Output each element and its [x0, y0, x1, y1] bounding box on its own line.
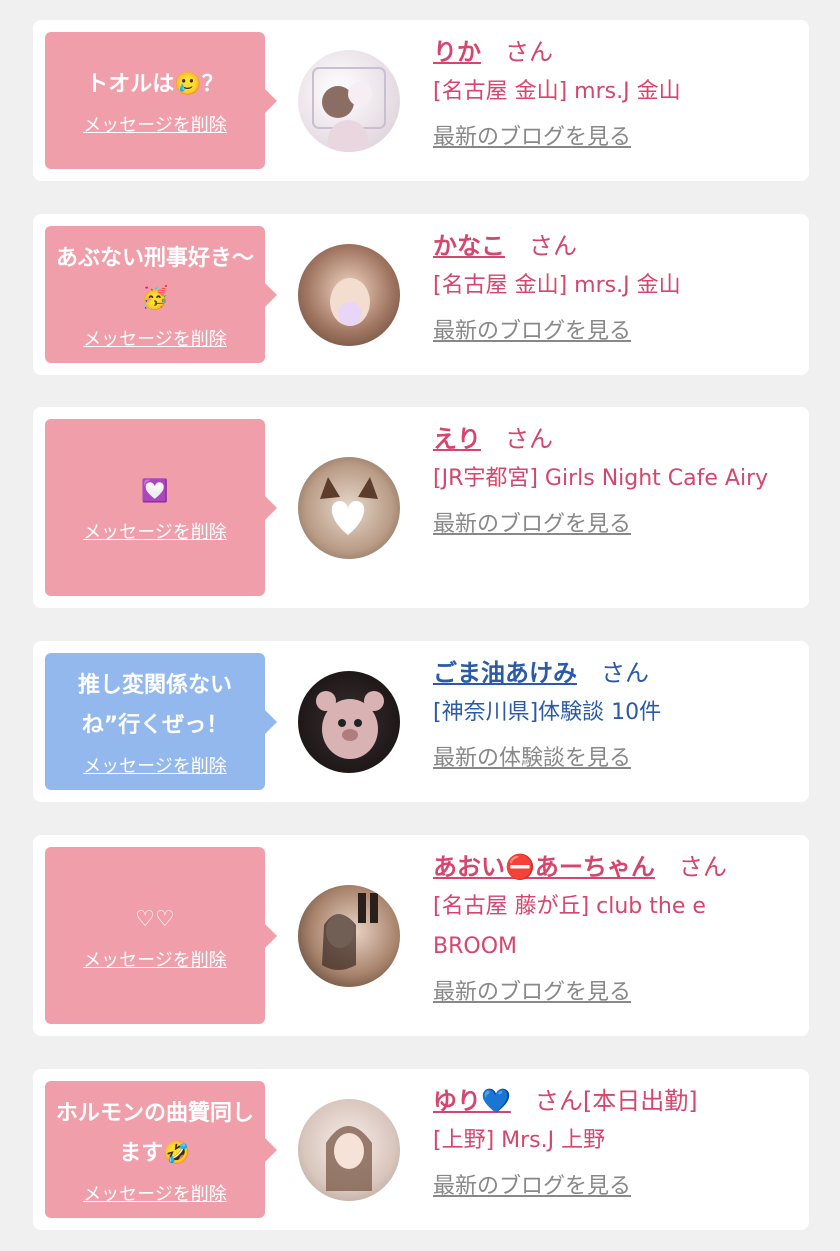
profile-name-link[interactable]: ゆり💙	[433, 1087, 511, 1115]
latest-blog-link[interactable]: 最新のブログを見る	[433, 312, 631, 352]
message-card: ホルモンの曲贊同します🤣 メッセージを削除 ゆり💙 さん[本日出勤] [上野] M…	[33, 1069, 809, 1230]
avatar[interactable]	[298, 1099, 400, 1201]
message-card: 推し変関係ないね”行くぜっ！ メッセージを削除 ごま油あけみ さん [神奈川県]体…	[33, 641, 809, 802]
profile-name-link[interactable]: ごま油あけみ	[433, 659, 577, 687]
profile-info: りか さん [名古屋 金山] mrs.J 金山 最新のブログを見る	[433, 32, 789, 158]
honorific: さん	[505, 425, 553, 453]
delete-message-link[interactable]: メッセージを削除	[83, 946, 227, 972]
honorific: さん[本日出勤]	[534, 1087, 698, 1115]
latest-review-link[interactable]: 最新の体験談を見る	[433, 739, 631, 779]
profile-info: ごま油あけみ さん [神奈川県]体験談 10件 最新の体験談を見る	[433, 653, 789, 779]
profile-name-link[interactable]: あおい⛔あーちゃん	[433, 853, 655, 881]
shop-name: [名古屋 金山] mrs.J 金山	[433, 79, 681, 104]
message-bubble: あぶない刑事好き〜🥳 メッセージを削除	[45, 226, 277, 363]
avatar[interactable]	[298, 244, 400, 346]
delete-message-link[interactable]: メッセージを削除	[83, 752, 227, 778]
latest-blog-link[interactable]: 最新のブログを見る	[433, 1167, 631, 1207]
profile-info: えり さん [JR宇都宮] Girls Night Cafe Airy 最新のブロ…	[433, 419, 789, 545]
message-bubble: ♡♡ メッセージを削除	[45, 847, 277, 1024]
shop-name: [JR宇都宮] Girls Night Cafe Airy	[433, 466, 769, 491]
profile-name-link[interactable]: えり	[433, 425, 481, 453]
message-text: ホルモンの曲贊同します🤣	[55, 1100, 254, 1166]
message-text: トオルは🥲？	[86, 71, 224, 97]
message-bubble: トオルは🥲？ メッセージを削除	[45, 32, 277, 169]
message-text: 💟	[141, 478, 169, 504]
delete-message-link[interactable]: メッセージを削除	[83, 325, 227, 351]
avatar[interactable]	[298, 50, 400, 152]
profile-info: かなこ さん [名古屋 金山] mrs.J 金山 最新のブログを見る	[433, 226, 789, 352]
message-card: ♡♡ メッセージを削除 あおい⛔あーちゃん さん [名古屋 藤が丘] club t…	[33, 835, 809, 1036]
avatar-image	[322, 893, 378, 970]
avatar-image	[330, 278, 370, 326]
shop-name: [上野] Mrs.J 上野	[433, 1128, 606, 1153]
shop-name: [名古屋 金山] mrs.J 金山	[433, 273, 681, 298]
avatar[interactable]	[298, 885, 400, 987]
latest-blog-link[interactable]: 最新のブログを見る	[433, 973, 631, 1013]
avatar-image	[320, 477, 378, 535]
latest-blog-link[interactable]: 最新のブログを見る	[433, 505, 631, 545]
avatar[interactable]	[298, 457, 400, 559]
honorific: さん	[678, 853, 727, 881]
delete-message-link[interactable]: メッセージを削除	[83, 518, 227, 544]
profile-name-link[interactable]: かなこ	[433, 232, 505, 260]
avatar[interactable]	[298, 671, 400, 773]
shop-name: [神奈川県]体験談 10件	[433, 700, 662, 725]
message-bubble: ホルモンの曲贊同します🤣 メッセージを削除	[45, 1081, 277, 1218]
avatar-image	[326, 1126, 372, 1191]
message-bubble: 💟 メッセージを削除	[45, 419, 277, 596]
message-bubble: 推し変関係ないね”行くぜっ！ メッセージを削除	[45, 653, 277, 790]
profile-name-link[interactable]: りか	[433, 38, 481, 66]
message-card: あぶない刑事好き〜🥳 メッセージを削除 かなこ さん [名古屋 金山] mrs.J…	[33, 214, 809, 375]
message-text: ♡♡	[135, 906, 175, 932]
profile-info: ゆり💙 さん[本日出勤] [上野] Mrs.J 上野 最新のブログを見る	[433, 1081, 789, 1207]
shop-name: [名古屋 藤が丘] club the e BROOM	[433, 894, 706, 959]
honorific: さん	[505, 38, 553, 66]
message-card: 💟 メッセージを削除 えり さん [JR宇都宮] Girls Night Cafe…	[33, 407, 809, 608]
message-list: トオルは🥲？ メッセージを削除 りか さん [名古屋 金山] mrs.J 金山 最…	[0, 0, 840, 1251]
delete-message-link[interactable]: メッセージを削除	[83, 111, 227, 137]
message-text: 推し変関係ないね”行くぜっ！	[77, 672, 232, 738]
honorific: さん	[601, 659, 649, 687]
avatar-image	[312, 67, 386, 152]
avatar-image	[316, 691, 384, 759]
delete-message-link[interactable]: メッセージを削除	[83, 1180, 227, 1206]
message-card: トオルは🥲？ メッセージを削除 りか さん [名古屋 金山] mrs.J 金山 最…	[33, 20, 809, 181]
honorific: さん	[529, 232, 577, 260]
message-text: あぶない刑事好き〜🥳	[55, 245, 254, 311]
latest-blog-link[interactable]: 最新のブログを見る	[433, 118, 631, 158]
profile-info: あおい⛔あーちゃん さん [名古屋 藤が丘] club the e BROOM 最…	[433, 847, 789, 1013]
